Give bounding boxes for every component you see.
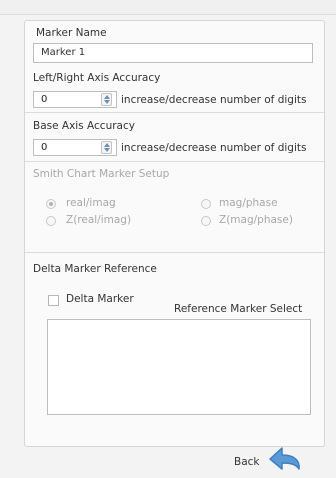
delta-marker-checkbox[interactable] <box>48 295 59 306</box>
spin-arrows-icon[interactable] <box>101 141 112 154</box>
radio-z-real-imag[interactable] <box>46 216 56 226</box>
radio-real-imag-label: real/imag <box>66 197 116 209</box>
radio-real-imag[interactable] <box>46 199 56 209</box>
lr-axis-hint: increase/decrease number of digits <box>121 94 307 106</box>
separator <box>25 112 324 113</box>
back-label[interactable]: Back <box>234 456 260 468</box>
radio-mag-phase[interactable] <box>201 199 211 209</box>
lr-axis-accuracy-value: 0 <box>41 94 48 105</box>
base-axis-accuracy-spinbox[interactable]: 0 <box>33 139 117 156</box>
base-axis-accuracy-value: 0 <box>41 142 48 153</box>
marker-name-input[interactable]: Marker 1 <box>33 43 313 63</box>
base-axis-hint: increase/decrease number of digits <box>121 142 307 154</box>
base-axis-accuracy-label: Base Axis Accuracy <box>33 120 135 132</box>
lr-axis-accuracy-spinbox[interactable]: 0 <box>33 91 117 108</box>
radio-z-mag-phase[interactable] <box>201 216 211 226</box>
window-top-edge <box>0 0 336 15</box>
delta-marker-label: Delta Marker <box>66 293 134 305</box>
separator <box>25 161 324 162</box>
radio-mag-phase-label: mag/phase <box>219 197 278 209</box>
spin-arrows-icon[interactable] <box>101 93 112 106</box>
separator <box>25 252 324 253</box>
reference-marker-list[interactable] <box>47 319 311 415</box>
lr-axis-accuracy-label: Left/Right Axis Accuracy <box>33 72 161 84</box>
delta-marker-title: Delta Marker Reference <box>33 263 157 275</box>
marker-name-label: Marker Name <box>36 27 107 39</box>
smith-chart-title: Smith Chart Marker Setup <box>33 168 170 180</box>
back-arrow-icon[interactable] <box>268 445 306 475</box>
radio-z-real-imag-label: Z(real/imag) <box>66 214 132 226</box>
radio-z-mag-phase-label: Z(mag/phase) <box>219 214 293 226</box>
reference-marker-select-label: Reference Marker Select <box>174 303 303 315</box>
